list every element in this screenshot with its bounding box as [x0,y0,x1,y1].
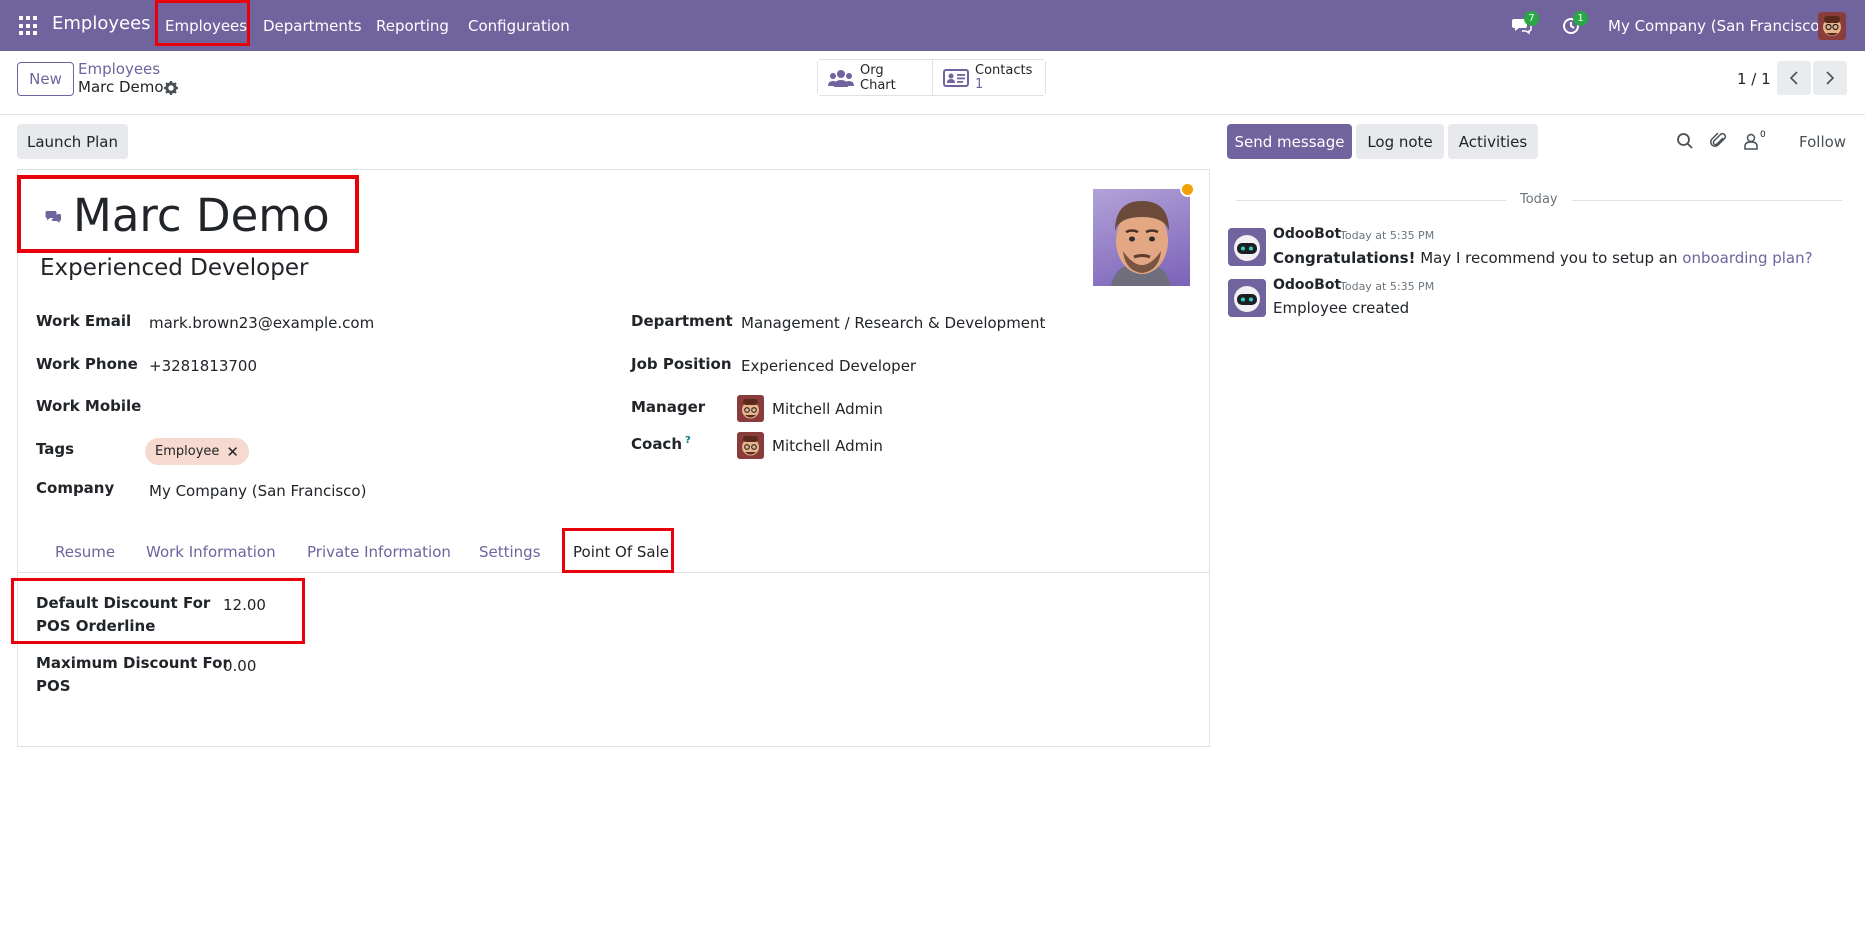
onboarding-plan-link[interactable]: onboarding plan? [1682,249,1812,267]
breadcrumb-current: Marc Demo [78,78,164,96]
work-phone-label: Work Phone [36,355,138,373]
users-icon [828,68,854,88]
messages-badge: 7 [1524,11,1539,26]
coach-label: Coach? [631,435,691,453]
top-navbar: Employees Employees Departments Reportin… [0,0,1865,51]
job-title[interactable]: Experienced Developer [40,255,308,281]
date-divider-left [1236,200,1506,201]
odoobot-avatar[interactable] [1228,279,1266,317]
work-email-label: Work Email [36,312,132,330]
chevron-left-icon [1789,70,1799,86]
work-email-field[interactable]: mark.brown23@example.com [149,314,374,332]
remove-tag-icon[interactable]: ✕ [226,443,239,461]
maximum-discount-label: Maximum Discount For POS [36,652,230,698]
company-field[interactable]: My Company (San Francisco) [149,482,366,500]
search-icon[interactable] [1676,132,1694,150]
user-avatar[interactable] [1818,12,1846,40]
message-author[interactable]: OdooBot [1273,277,1341,293]
presence-indicator [1180,182,1195,197]
coach-field[interactable]: Mitchell Admin [772,437,883,455]
message-bold-text: Congratulations! [1273,249,1416,267]
activities-badge: 1 [1573,11,1588,26]
maximum-discount-field[interactable]: 0.00 [223,657,256,675]
org-chart-button[interactable]: Org Chart [818,60,932,95]
name-highlight [17,175,359,253]
contacts-label: Contacts [975,62,1033,78]
tag-label: Employee [155,444,220,459]
message-text: May I recommend you to setup an [1415,249,1683,267]
coach-label-text: Coach [631,435,683,453]
tab-point-of-sale[interactable]: Point Of Sale [573,543,669,561]
new-button[interactable]: New [17,62,74,96]
log-note-button[interactable]: Log note [1356,124,1444,159]
org-chart-label: Org Chart [860,62,896,93]
manager-label: Manager [631,398,706,416]
tab-settings[interactable]: Settings [479,543,541,561]
default-discount-field[interactable]: 12.00 [223,596,266,614]
activity-clock-icon[interactable]: 1 [1561,11,1588,37]
tab-private-information[interactable]: Private Information [307,543,451,561]
company-label: Company [36,479,115,497]
message-body: Employee created [1273,299,1410,317]
message-author[interactable]: OdooBot [1273,226,1341,242]
coach-help-icon[interactable]: ? [685,435,691,446]
department-label: Department [631,312,733,330]
maximum-discount-label-line1: Maximum Discount For [36,654,230,672]
work-mobile-label: Work Mobile [36,397,142,415]
menu-reporting[interactable]: Reporting [376,17,449,35]
app-name[interactable]: Employees [52,13,151,34]
work-mobile-field[interactable] [149,399,569,417]
job-position-field[interactable]: Experienced Developer [741,357,916,375]
manager-field[interactable]: Mitchell Admin [772,400,883,418]
maximum-discount-label-line2: POS [36,677,71,695]
default-discount-label-line1: Default Discount For [36,594,211,612]
followers-icon[interactable] [1742,132,1760,150]
tags-label: Tags [36,440,75,458]
tag-employee[interactable]: Employee ✕ [145,438,249,465]
menu-configuration[interactable]: Configuration [468,17,570,35]
followers-count: 0 [1760,130,1766,140]
message-time: Today at 5:35 PM [1340,280,1435,293]
odoobot-avatar[interactable] [1228,228,1266,266]
message-body: Congratulations! May I recommend you to … [1273,249,1813,267]
default-discount-label: Default Discount For POS Orderline [36,592,210,638]
message-time: Today at 5:35 PM [1340,229,1435,242]
breadcrumb-employees[interactable]: Employees [78,60,160,78]
pager-next-button[interactable] [1813,61,1847,95]
date-divider-right [1572,200,1842,201]
tab-work-information[interactable]: Work Information [146,543,276,561]
messaging-icon[interactable]: 7 [1512,11,1539,37]
date-separator: Today [1520,192,1558,207]
address-card-icon [943,68,969,88]
follow-button[interactable]: Follow [1799,133,1846,151]
contacts-button[interactable]: Contacts 1 [932,60,1045,95]
contacts-count: 1 [975,76,984,92]
department-field[interactable]: Management / Research & Development [741,314,1045,332]
app-grid-icon[interactable] [19,16,39,36]
job-position-label: Job Position [631,355,732,373]
work-phone-field[interactable]: +3281813700 [149,357,257,375]
company-switcher[interactable]: My Company (San Francisco) [1608,17,1825,35]
activities-button[interactable]: Activities [1448,124,1538,159]
employees-menu-highlight [155,0,250,46]
launch-plan-button[interactable]: Launch Plan [17,124,128,159]
tab-resume[interactable]: Resume [55,543,115,561]
paperclip-icon[interactable] [1710,132,1728,150]
control-panel: New Employees Marc Demo Org Chart Contac… [0,51,1865,115]
menu-departments[interactable]: Departments [263,17,362,35]
chevron-right-icon [1825,70,1835,86]
smart-buttons: Org Chart Contacts 1 [817,59,1046,96]
employee-photo[interactable] [1093,189,1190,286]
default-discount-label-line2: POS Orderline [36,617,156,635]
manager-avatar [737,395,764,422]
coach-avatar [737,432,764,459]
pager-previous-button[interactable] [1777,61,1811,95]
pager-value[interactable]: 1 / 1 [1737,70,1771,88]
send-message-button[interactable]: Send message [1227,124,1352,159]
gear-icon[interactable] [164,80,178,95]
